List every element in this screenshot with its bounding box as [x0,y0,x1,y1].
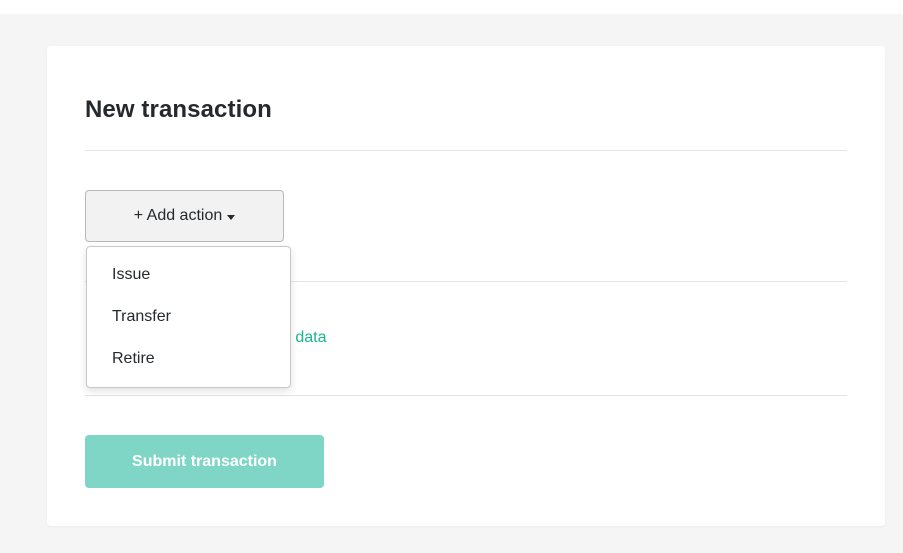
chevron-down-icon [227,214,236,220]
add-action-label: + Add action [133,207,223,224]
menu-item-issue[interactable]: Issue [87,257,290,299]
submit-transaction-button[interactable]: Submit transaction [85,435,324,488]
add-action-dropdown-menu: Issue Transfer Retire [86,246,291,388]
menu-item-transfer[interactable]: Transfer [87,299,290,341]
transaction-card: New transaction + Add action ce data Sub… [47,46,885,526]
page-title: New transaction [85,96,272,123]
menu-item-retire[interactable]: Retire [87,341,290,383]
divider [85,150,847,151]
divider [85,395,847,396]
add-action-button[interactable]: + Add action [85,190,284,242]
